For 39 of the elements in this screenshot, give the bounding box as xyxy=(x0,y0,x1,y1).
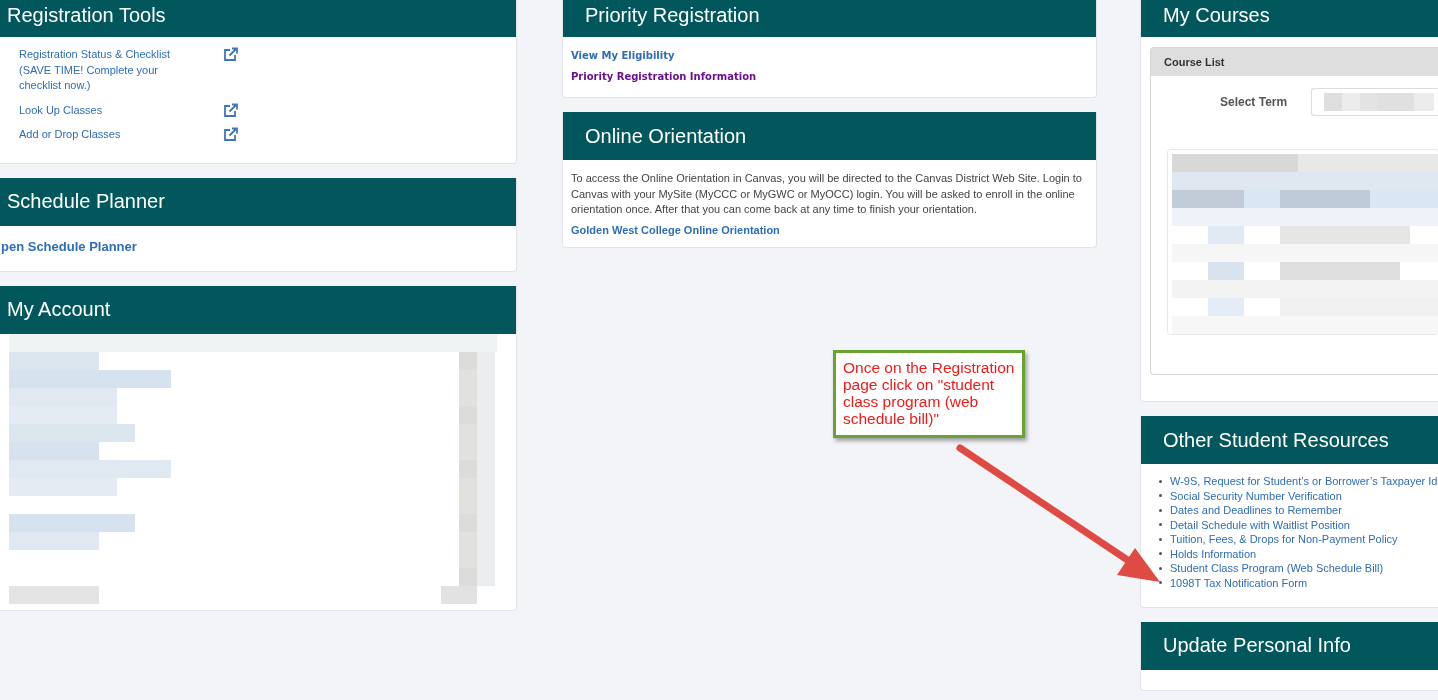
resource-link[interactable]: Tuition, Fees, & Drops for Non-Payment Policy xyxy=(1170,533,1398,545)
bullet-icon xyxy=(1159,494,1162,497)
panel-title: Update Personal Info xyxy=(1163,634,1351,657)
bullet-icon xyxy=(1159,552,1162,555)
resource-link[interactable]: Dates and Deadlines to Remember xyxy=(1170,504,1342,516)
registration-link[interactable]: Look Up Classes xyxy=(19,102,189,118)
field-label: Select Term xyxy=(1220,95,1289,109)
registration-link[interactable]: Registration Status & Checklist (SAVE TIME! Complete your checklist now.) xyxy=(19,47,189,94)
resource-link[interactable]: Holds Information xyxy=(1170,547,1257,560)
term-select[interactable] xyxy=(1311,88,1438,116)
registration-link[interactable]: Add or Drop Classes xyxy=(19,127,189,143)
panel-title: My Courses xyxy=(1163,4,1270,27)
bullet-icon xyxy=(1159,566,1162,570)
panel-title: Priority Registration xyxy=(585,4,760,27)
external-link-icon xyxy=(223,102,238,118)
external-link-icon xyxy=(223,127,238,142)
panel-title: Schedule Planner xyxy=(7,190,165,213)
resource-link[interactable]: Social Security Number Verification xyxy=(1170,489,1342,502)
panel-title: Registration Tools xyxy=(7,4,166,27)
resource-link[interactable]: W-9S, Request for Student’s or Borrower’s Taxpayer Id xyxy=(1170,475,1438,487)
orientation-link[interactable]: Golden West College Online Orientation xyxy=(571,222,780,238)
priority-link[interactable]: Priority Registration Information xyxy=(571,71,757,82)
resource-link[interactable]: 1098T Tax Notification Form xyxy=(1170,576,1308,589)
panel-title: Online Orientation xyxy=(585,124,747,148)
orientation-text: To access the Online Orientation in Canvas, you will be directed to the Canvas District Web Site. Login to Canvas with your MySite (MyCCC or MyGWC or MyOCC) login. You will be asked to enroll in the online orientation once. After that you can come back at any time to finish your orientation. xyxy=(571,171,1083,217)
priority-link[interactable]: View My Eligibility xyxy=(571,50,675,61)
callout-note: Once on the Registration page click on "student class program (web schedule bill)" xyxy=(833,350,1025,438)
bullet-icon xyxy=(1159,508,1162,512)
resource-link[interactable]: Student Class Program (Web Schedule Bill) xyxy=(1170,562,1384,574)
bullet-icon xyxy=(1159,537,1162,541)
bullet-icon xyxy=(1159,581,1162,584)
course-list-header: Course List xyxy=(1151,48,1438,76)
bullet-icon xyxy=(1159,523,1162,526)
planner-link[interactable]: pen Schedule Planner xyxy=(1,238,137,254)
panel-title: Other Student Resources xyxy=(1163,428,1389,452)
bullet-icon xyxy=(1159,479,1162,483)
external-link-icon xyxy=(223,47,238,62)
panel-title: My Account xyxy=(7,298,111,321)
resource-link[interactable]: Detail Schedule with Waitlist Position xyxy=(1170,518,1350,531)
